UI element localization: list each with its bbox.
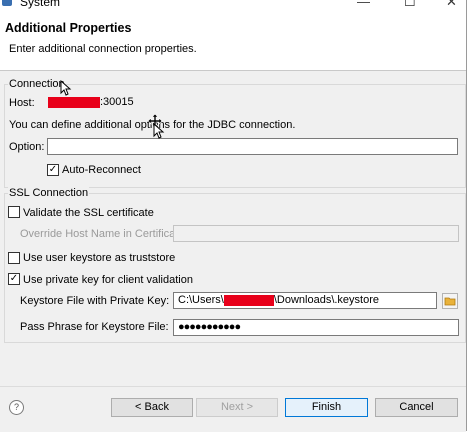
arrow-cursor-icon <box>60 80 72 96</box>
wizard-header <box>0 10 466 71</box>
move-cursor-icon <box>148 114 165 139</box>
override-host-input[interactable] <box>173 225 459 242</box>
app-icon <box>2 0 12 6</box>
user-keystore-label: Use user keystore as truststore <box>23 252 176 264</box>
redacted-host <box>48 96 100 108</box>
passphrase-label: Pass Phrase for Keystore File: <box>20 321 169 333</box>
cancel-button[interactable]: Cancel <box>375 398 458 417</box>
help-icon[interactable]: ? <box>9 400 24 415</box>
folder-icon <box>444 297 456 306</box>
ssl-group-title: SSL Connection <box>8 187 90 199</box>
close-icon[interactable]: ✕ <box>446 0 457 10</box>
option-label: Option: <box>9 141 45 153</box>
keystore-file-label: Keystore File with Private Key: <box>20 295 170 307</box>
auto-reconnect-checkbox[interactable]: ✓ <box>47 164 59 176</box>
connection-group-title: Connection <box>8 78 66 90</box>
host-label: Host: <box>9 97 35 109</box>
page-title: Additional Properties <box>5 21 132 35</box>
keystore-file-input[interactable]: C:\Users\ \Downloads\.keystore <box>173 292 437 309</box>
maximize-icon[interactable]: ☐ <box>404 0 416 10</box>
minimize-icon[interactable]: — <box>357 0 370 9</box>
browse-button[interactable] <box>442 293 458 309</box>
page-description: Enter additional connection properties. <box>9 43 197 55</box>
host-value: :30015 <box>48 96 134 108</box>
passphrase-input[interactable]: ●●●●●●●●●●● <box>173 319 459 336</box>
user-keystore-checkbox[interactable] <box>8 252 20 264</box>
override-host-label: Override Host Name in Certificate: <box>20 228 188 240</box>
redacted-username <box>223 294 274 306</box>
window-right-edge <box>466 0 474 431</box>
validate-cert-checkbox[interactable] <box>8 206 20 218</box>
validate-cert-label: Validate the SSL certificate <box>23 207 154 219</box>
private-key-checkbox[interactable]: ✓ <box>8 273 20 285</box>
window-titlebar: System — ☐ ✕ <box>0 0 474 10</box>
window-title: System <box>20 0 61 9</box>
auto-reconnect-label: Auto-Reconnect <box>62 164 141 176</box>
back-button[interactable]: < Back <box>111 398 193 417</box>
next-button[interactable]: Next > <box>196 398 278 417</box>
option-input[interactable] <box>47 138 458 155</box>
private-key-label: Use private key for client validation <box>23 274 193 286</box>
finish-button[interactable]: Finish <box>285 398 368 417</box>
